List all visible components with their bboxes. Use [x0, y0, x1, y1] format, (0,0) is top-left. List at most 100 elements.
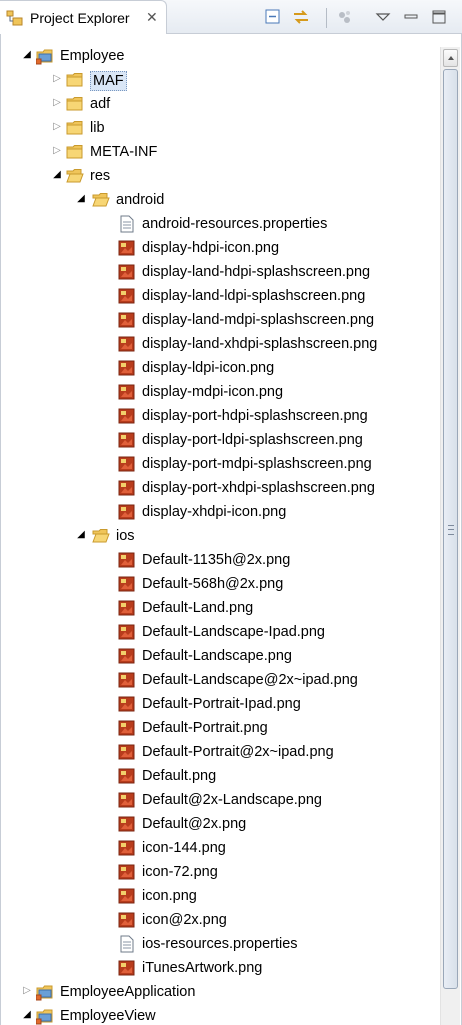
tree-item-display-port-hdpi-splashscreen-png[interactable]: display-port-hdpi-splashscreen.png: [0, 404, 438, 428]
tree-item-default-568h-2x-png[interactable]: Default-568h@2x.png: [0, 572, 438, 596]
tree-item-display-ldpi-icon-png[interactable]: display-ldpi-icon.png: [0, 356, 438, 380]
tree-item-display-port-xhdpi-splashscreen-png[interactable]: display-port-xhdpi-splashscreen.png: [0, 476, 438, 500]
png-file-icon: [118, 431, 136, 449]
tree-item-label: display-land-mdpi-splashscreen.png: [142, 312, 375, 328]
folder-icon: [66, 71, 84, 89]
png-file-icon: [118, 719, 136, 737]
png-file-icon: [118, 287, 136, 305]
collapsed-arrow-icon[interactable]: ▷: [50, 144, 64, 158]
project-tree[interactable]: ◢ Employee ▷ MAF ▷ adf ▷ lib ▷ META-INF ◢ res…: [0, 35, 438, 1025]
folder-open-icon: [92, 527, 110, 545]
maximize-icon[interactable]: [428, 7, 450, 27]
tree-item-default-1135h-2x-png[interactable]: Default-1135h@2x.png: [0, 548, 438, 572]
tree-item-res[interactable]: ◢ res: [0, 164, 438, 188]
folder-icon: [66, 119, 84, 137]
tab-project-explorer[interactable]: Project Explorer ✕: [0, 0, 167, 34]
folder-icon: [66, 95, 84, 113]
tree-item-default-landscape-png[interactable]: Default-Landscape.png: [0, 644, 438, 668]
tree-item-label: Default-Landscape@2x~ipad.png: [142, 672, 358, 688]
tree-item-label: android: [116, 192, 165, 208]
tree-item-label: display-ldpi-icon.png: [142, 360, 275, 376]
view-tab-bar: Project Explorer ✕: [0, 0, 462, 34]
expanded-arrow-icon[interactable]: ◢: [74, 192, 88, 206]
expanded-arrow-icon[interactable]: ◢: [74, 528, 88, 542]
tree-item-label: EmployeeApplication: [60, 984, 196, 1000]
tree-item-icon-2x-png[interactable]: icon@2x.png: [0, 908, 438, 932]
png-file-icon: [118, 335, 136, 353]
tree-item-default-2x-png[interactable]: Default@2x.png: [0, 812, 438, 836]
tree-item-android-resources-properties[interactable]: android-resources.properties: [0, 212, 438, 236]
tree-item-display-land-mdpi-splashscreen-png[interactable]: display-land-mdpi-splashscreen.png: [0, 308, 438, 332]
tree-item-label: Default-Landscape-Ipad.png: [142, 624, 325, 640]
tree-item-maf[interactable]: ▷ MAF: [0, 68, 438, 92]
tree-item-ios-resources-properties[interactable]: ios-resources.properties: [0, 932, 438, 956]
tree-item-display-port-mdpi-splashscreen-png[interactable]: display-port-mdpi-splashscreen.png: [0, 452, 438, 476]
project-icon: [35, 1007, 54, 1025]
tree-item-icon-144-png[interactable]: icon-144.png: [0, 836, 438, 860]
tree-item-display-land-ldpi-splashscreen-png[interactable]: display-land-ldpi-splashscreen.png: [0, 284, 438, 308]
tree-item-default-land-png[interactable]: Default-Land.png: [0, 596, 438, 620]
png-file-icon: [118, 911, 136, 929]
tree-item-label: Default-Portrait@2x~ipad.png: [142, 744, 334, 760]
vertical-scrollbar[interactable]: [440, 47, 460, 1025]
tree-item-label: ios-resources.properties: [142, 936, 298, 952]
tree-item-label: icon@2x.png: [142, 912, 227, 928]
tree-item-display-mdpi-icon-png[interactable]: display-mdpi-icon.png: [0, 380, 438, 404]
tree-item-employee[interactable]: ◢ Employee: [0, 44, 438, 68]
collapsed-arrow-icon[interactable]: ▷: [50, 72, 64, 86]
expanded-arrow-icon[interactable]: ◢: [50, 168, 64, 182]
png-file-icon: [118, 239, 136, 257]
expanded-arrow-icon[interactable]: ◢: [20, 48, 34, 62]
tree-item-adf[interactable]: ▷ adf: [0, 92, 438, 116]
link-with-editor-icon[interactable]: [290, 7, 312, 27]
collapsed-arrow-icon[interactable]: ▷: [20, 984, 34, 998]
tree-item-default-png[interactable]: Default.png: [0, 764, 438, 788]
project-explorer-icon: [6, 10, 24, 29]
png-file-icon: [118, 311, 136, 329]
tree-item-employeeapplication[interactable]: ▷ EmployeeApplication: [0, 980, 438, 1004]
tree-item-default-landscape-ipad-png[interactable]: Default-Landscape-Ipad.png: [0, 620, 438, 644]
png-file-icon: [118, 647, 136, 665]
tree-item-icon-png[interactable]: icon.png: [0, 884, 438, 908]
tree-item-display-hdpi-icon-png[interactable]: display-hdpi-icon.png: [0, 236, 438, 260]
scroll-thumb[interactable]: [443, 69, 458, 989]
tree-item-label: res: [90, 168, 111, 184]
view-title: Project Explorer: [30, 10, 130, 26]
tree-item-display-port-ldpi-splashscreen-png[interactable]: display-port-ldpi-splashscreen.png: [0, 428, 438, 452]
tree-item-display-land-hdpi-splashscreen-png[interactable]: display-land-hdpi-splashscreen.png: [0, 260, 438, 284]
tree-item-meta-inf[interactable]: ▷ META-INF: [0, 140, 438, 164]
png-file-icon: [118, 551, 136, 569]
tree-item-label: Default@2x.png: [142, 816, 247, 832]
scroll-up-button[interactable]: [443, 49, 458, 67]
tree-item-label: display-land-hdpi-splashscreen.png: [142, 264, 371, 280]
expanded-arrow-icon[interactable]: ◢: [20, 1008, 34, 1022]
tree-item-label: icon.png: [142, 888, 197, 904]
collapsed-arrow-icon[interactable]: ▷: [50, 120, 64, 134]
tree-item-label: adf: [90, 96, 111, 112]
tree-item-label: Default-Land.png: [142, 600, 254, 616]
tree-item-default-portrait-2x-ipad-png[interactable]: Default-Portrait@2x~ipad.png: [0, 740, 438, 764]
tree-item-label: Default-Landscape.png: [142, 648, 292, 664]
tree-item-label: icon-144.png: [142, 840, 226, 856]
tree-item-label: Default-1135h@2x.png: [142, 552, 291, 568]
tree-item-default-landscape-2x-ipad-png[interactable]: Default-Landscape@2x~ipad.png: [0, 668, 438, 692]
tree-item-default-portrait-png[interactable]: Default-Portrait.png: [0, 716, 438, 740]
tree-item-icon-72-png[interactable]: icon-72.png: [0, 860, 438, 884]
tree-item-ios[interactable]: ◢ ios: [0, 524, 438, 548]
tree-item-default-portrait-ipad-png[interactable]: Default-Portrait-Ipad.png: [0, 692, 438, 716]
tree-item-lib[interactable]: ▷ lib: [0, 116, 438, 140]
close-icon[interactable]: ✕: [146, 9, 158, 26]
tree-item-android[interactable]: ◢ android: [0, 188, 438, 212]
tree-item-itunesartwork-png[interactable]: iTunesArtwork.png: [0, 956, 438, 980]
tree-item-label: display-port-hdpi-splashscreen.png: [142, 408, 368, 424]
collapsed-arrow-icon[interactable]: ▷: [50, 96, 64, 110]
filters-icon[interactable]: [334, 7, 356, 27]
view-menu-icon[interactable]: [372, 7, 394, 27]
tree-item-default-2x-landscape-png[interactable]: Default@2x-Landscape.png: [0, 788, 438, 812]
collapse-all-icon[interactable]: [262, 7, 284, 27]
tree-item-employeeview[interactable]: ◢ EmployeeView: [0, 1004, 438, 1025]
png-file-icon: [118, 671, 136, 689]
minimize-icon[interactable]: [400, 7, 422, 27]
tree-item-display-xhdpi-icon-png[interactable]: display-xhdpi-icon.png: [0, 500, 438, 524]
tree-item-display-land-xhdpi-splashscreen-png[interactable]: display-land-xhdpi-splashscreen.png: [0, 332, 438, 356]
